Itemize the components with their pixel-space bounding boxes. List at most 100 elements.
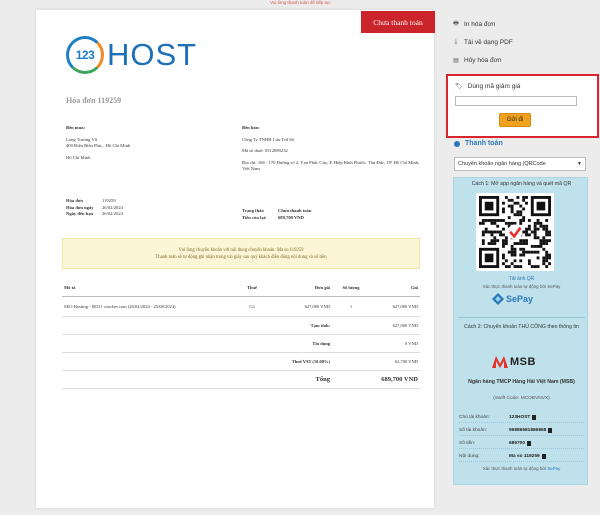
seller-address: Địa chỉ: 168 - 170 Đường số 2, Vạn Phúc …	[242, 159, 420, 172]
print-invoice-label: In hóa đơn	[464, 20, 496, 28]
download-pdf-link[interactable]: ⤓ Tải về dạng PDF	[452, 33, 513, 51]
tag-icon: 🏷	[455, 84, 463, 90]
subtotal-value: 627,000 VND	[392, 323, 418, 328]
cancel-invoice-link[interactable]: ▤ Hủy hóa đơn	[452, 51, 513, 69]
printer-icon: 🖶	[453, 21, 459, 27]
amount-label: Số tiền:	[459, 440, 476, 446]
buyer-city: Hồ Chí Minh	[66, 154, 91, 160]
logo-badge: 123	[66, 36, 104, 74]
download-pdf-label: Tải về dạng PDF	[464, 38, 513, 46]
total-row: Tổng 689,700 VND	[62, 371, 420, 389]
transfer-content-value: Ma so 119259	[509, 453, 540, 459]
invoice-title: Hóa đơn 119259	[66, 96, 122, 105]
invoice-number: 119259	[102, 198, 116, 203]
status-value: Chưa thanh toán	[278, 208, 312, 213]
due-label: Ngày đến hạn	[66, 211, 94, 216]
remaining-label: Tiền còn lại:	[242, 214, 267, 220]
amount-value: 689700	[509, 440, 526, 446]
invoice-meta-left: Hóa đơn 119259 Hóa đơn ngày 26/02/2024 Ngà…	[66, 198, 226, 218]
sepay-logo: SePay	[492, 293, 533, 305]
payment-icon	[454, 140, 460, 147]
vat-value: 62,700 VND	[394, 359, 418, 364]
download-qr-link[interactable]: Tải ảnh QR	[454, 276, 589, 282]
account-holder-row: Chủ tài khoản: 123HOST	[459, 412, 584, 423]
sepay-footer: Xác thực thanh toán tự động bởi SePay	[454, 466, 589, 471]
qr-code-icon	[479, 196, 551, 268]
account-holder-label: Chủ tài khoản:	[459, 414, 490, 420]
row-quantity: 1	[349, 304, 353, 309]
col-amount: Giá	[410, 284, 418, 290]
cancel-invoice-label: Hủy hóa đơn	[464, 56, 502, 64]
coupon-label-row: 🏷 Dùng mã giảm giá	[455, 83, 520, 90]
table-row: SEO Hosting - SEO1 voucher.com (26/02/20…	[62, 297, 420, 317]
coupon-box: 🏷 Dùng mã giảm giá Gửi đi	[446, 74, 599, 138]
copy-icon[interactable]	[548, 427, 553, 433]
chevron-down-icon: ▼	[577, 161, 582, 167]
invoice-meta-right: Trạng thái: Chưa thanh toán Tiền còn lại:…	[242, 208, 422, 221]
qr-note: Xác thực thanh toán tự động bởi SePay	[482, 284, 561, 289]
payment-method-select[interactable]: Chuyển khoản ngân hàng (QRCode ▼	[454, 157, 586, 171]
coupon-input[interactable]	[455, 96, 577, 106]
account-number-value: 96886681886868	[509, 427, 547, 433]
copy-icon[interactable]	[532, 414, 537, 420]
row-tax: Có	[249, 304, 255, 309]
divider	[458, 317, 585, 318]
payment-method-value: Chuyển khoản ngân hàng (QRCode	[458, 161, 546, 167]
msb-icon	[492, 356, 508, 368]
msb-logo: MSB	[492, 356, 536, 368]
logo-text: HOST	[107, 37, 198, 72]
coupon-label: Dùng mã giảm giá	[467, 83, 521, 90]
payment-title: Thanh toán	[454, 140, 503, 147]
copy-icon[interactable]	[541, 453, 546, 459]
notice-line-2: Thanh toán sẽ tự động ghi nhận trong vài…	[155, 255, 327, 260]
seller-block: Bên bán: Công Ty TNHH Lưu Trữ Số Mã số t…	[242, 125, 422, 173]
subtotal-row: Tạm tính: 627,000 VND	[62, 317, 420, 335]
qr-code	[476, 193, 554, 271]
transfer-content-row: Nội dung: Ma so 119259	[459, 451, 584, 462]
print-invoice-link[interactable]: 🖶 In hóa đơn	[452, 15, 513, 33]
row-unit-price: 627,000 VND	[304, 304, 330, 309]
notice-line-1: Vui lòng chuyển khoản với nội dung chuyể…	[178, 248, 304, 253]
col-quantity: Số lượng	[342, 284, 360, 290]
download-icon: ⤓	[454, 38, 458, 45]
remaining-value: 689,700 VND	[278, 214, 304, 220]
footer-prefix: Xác thực thanh toán tự động bởi	[482, 466, 548, 471]
table-header: Mô tả Thuế Đơn giá Số lượng Giá	[62, 278, 420, 297]
amount-row: Số tiền: 689700	[459, 438, 584, 449]
buyer-block: Bên mua: Long Trương Vũ 400 Điện Biên Ph…	[66, 125, 226, 161]
col-description: Mô tả	[64, 284, 76, 290]
payment-title-text: Thanh toán	[465, 140, 503, 147]
submit-coupon-button[interactable]: Gửi đi	[499, 113, 531, 127]
row-description: SEO Hosting - SEO1 voucher.com (26/02/20…	[64, 304, 176, 309]
total-value: 689,700 VND	[381, 376, 418, 383]
vat-label: Thuế VAT (10.00%)	[291, 359, 330, 364]
unpaid-status-button[interactable]: Chưa thanh toán	[361, 11, 435, 33]
sepay-text: SePay	[506, 294, 534, 304]
col-unit-price: Đơn giá	[314, 284, 330, 290]
due-date: 26/02/2024	[102, 211, 123, 216]
created-date: 26/02/2024	[102, 204, 123, 210]
company-logo: 123 HOST	[66, 36, 197, 74]
credit-value: 0 VND	[404, 341, 418, 346]
col-tax: Thuế	[246, 284, 257, 290]
transfer-content-label: Nội dung:	[459, 453, 480, 459]
method-1-heading: Cách 1: Mở app ngân hàng và quét mã QR	[471, 181, 572, 187]
vat-row: Thuế VAT (10.00%) 62,700 VND	[62, 353, 420, 371]
row-amount: 627,000 VND	[392, 304, 418, 309]
payment-panel: Cách 1: Mở app ngân hàng và quét mã QR T…	[453, 177, 588, 485]
account-holder-value: 123HOST	[509, 414, 531, 420]
footer-brand: SePay	[547, 466, 561, 471]
total-label: Tổng	[315, 376, 330, 383]
credit-row: Tín dụng 0 VND	[62, 335, 420, 353]
account-number-row: Số tài khoản: 96886681886868	[459, 425, 584, 436]
file-icon: ▤	[453, 57, 459, 64]
copy-icon[interactable]	[527, 440, 532, 446]
sepay-icon	[492, 293, 504, 305]
invoice-table: Mô tả Thuế Đơn giá Số lượng Giá SEO Host…	[62, 278, 420, 389]
bank-name: Ngân hàng TMCP Hàng Hải Việt Nam (MSB)	[468, 379, 575, 385]
invoice-document: Chưa thanh toán 123 HOST Hóa đơn 119259 …	[36, 10, 435, 508]
credit-label: Tín dụng	[312, 341, 330, 346]
msb-text: MSB	[510, 356, 536, 368]
top-note: Vui lòng thanh toán để tiếp tục	[270, 0, 331, 5]
swift-code: (Swift Code: MCOBVNVX)	[493, 396, 550, 401]
